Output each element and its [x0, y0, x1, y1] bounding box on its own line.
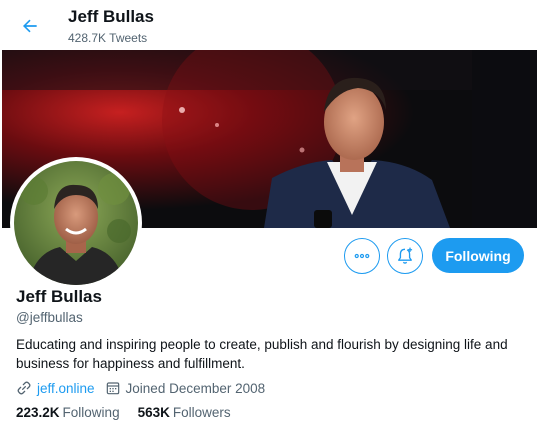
- joined-item: Joined December 2008: [105, 380, 266, 396]
- following-label: Following: [62, 405, 120, 420]
- avatar-image: [14, 161, 138, 285]
- link-icon: [16, 380, 32, 396]
- profile-stats: 223.2K Following 563K Followers: [16, 405, 249, 420]
- profile-name: Jeff Bullas: [16, 287, 102, 306]
- more-button[interactable]: [344, 238, 380, 274]
- arrow-left-icon: [23, 19, 37, 33]
- followers-stat[interactable]: 563K Followers: [138, 405, 231, 420]
- website-item[interactable]: jeff.online: [16, 380, 95, 396]
- profile-bio: Educating and inspiring people to create…: [16, 337, 508, 371]
- website-link[interactable]: jeff.online: [37, 381, 95, 396]
- more-icon: [354, 253, 370, 259]
- tweet-count: 428.7K Tweets: [68, 31, 148, 45]
- profile-header: Jeff Bullas 428.7K Tweets: [0, 0, 537, 50]
- followers-label: Followers: [172, 405, 231, 420]
- following-stat[interactable]: 223.2K Following: [16, 405, 120, 420]
- notifications-button[interactable]: [387, 238, 423, 274]
- profile-avatar[interactable]: [10, 157, 142, 289]
- calendar-icon: [105, 380, 121, 396]
- profile-handle: @jeffbullas: [16, 310, 83, 325]
- following-button[interactable]: Following: [432, 238, 524, 273]
- bell-plus-icon: [398, 247, 413, 264]
- joined-date: Joined December 2008: [125, 380, 266, 396]
- header-title: Jeff Bullas: [68, 7, 154, 26]
- following-count: 223.2K: [16, 405, 60, 420]
- back-button[interactable]: [14, 10, 46, 42]
- profile-meta: jeff.online Joined December 2008: [16, 378, 275, 398]
- followers-count: 563K: [137, 405, 170, 420]
